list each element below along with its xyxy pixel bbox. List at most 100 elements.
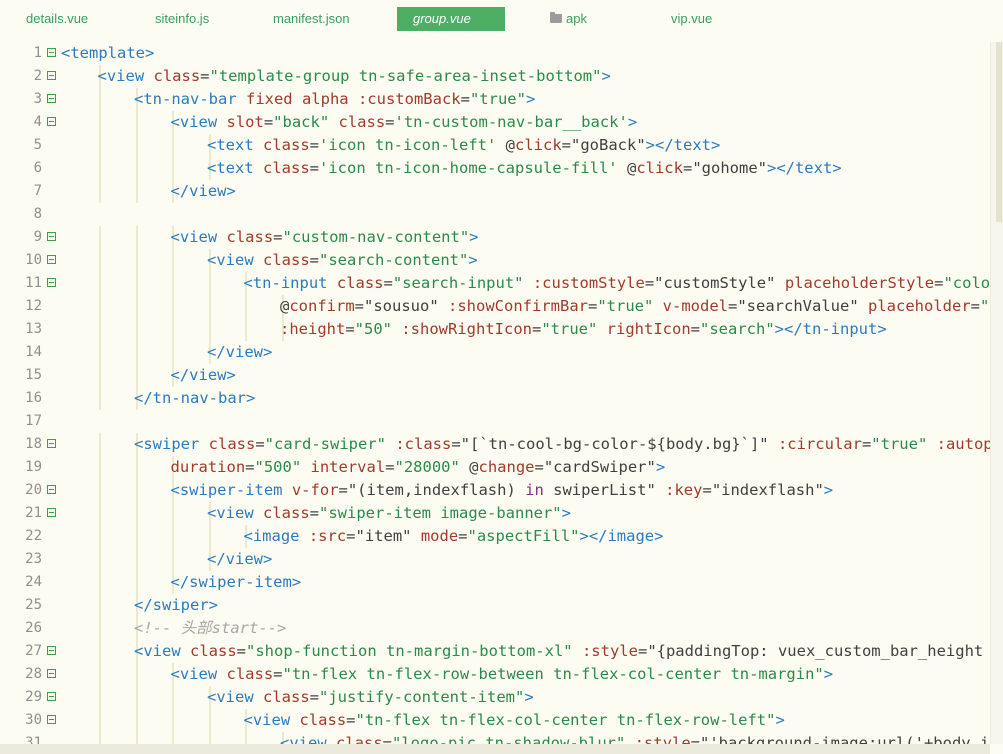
code-text: <view class="search-content"> — [207, 249, 478, 272]
code-token: class — [208, 435, 256, 453]
fold-toggle-icon[interactable] — [47, 508, 56, 517]
code-line[interactable]: 18 <swiper class="card-swiper" :class="[`… — [0, 433, 990, 456]
code-line[interactable]: 10 <view class="search-content"> — [0, 249, 990, 272]
code-token: = — [309, 136, 320, 154]
code-token: = — [690, 734, 700, 744]
code-token: click — [515, 136, 562, 154]
fold-toggle-icon[interactable] — [47, 48, 56, 57]
tab-details-vue[interactable]: details.vue — [26, 7, 88, 31]
code-text: <view class="shop-function tn-margin-bot… — [134, 640, 990, 663]
line-number: 23 — [25, 551, 42, 567]
fold-toggle-icon[interactable] — [47, 71, 56, 80]
indent-guide — [172, 732, 174, 744]
fold-toggle-icon[interactable] — [47, 232, 56, 241]
indent-guide — [135, 663, 138, 686]
code-text: </tn-nav-bar> — [134, 387, 255, 410]
code-token: = — [682, 159, 693, 177]
line-number: 3 — [33, 91, 42, 107]
code-line[interactable]: 12 @confirm="sousuo" :showConfirmBar="tru… — [0, 295, 990, 318]
indent-guide — [245, 732, 247, 744]
indent-guide — [99, 387, 101, 410]
code-line[interactable]: 24 </swiper-item> — [0, 571, 990, 594]
line-number: 5 — [33, 137, 42, 153]
horizontal-scrollbar[interactable] — [0, 744, 990, 754]
code-token: class — [336, 734, 383, 744]
code-token: ></tn-input> — [774, 320, 887, 338]
line-number: 9 — [33, 229, 42, 245]
code-line[interactable]: 28 <view class="tn-flex tn-flex-row-betwe… — [0, 663, 990, 686]
code-line[interactable]: 26 <!-- 头部start--> — [0, 617, 990, 640]
code-token: > — [627, 113, 638, 131]
fold-toggle-icon[interactable] — [47, 278, 56, 287]
code-token: :class — [395, 435, 452, 453]
code-line[interactable]: 5 <text class='icon tn-icon-left' @click=… — [0, 134, 990, 157]
code-text: </swiper> — [134, 594, 218, 617]
fold-toggle-icon[interactable] — [47, 646, 56, 655]
tab-siteinfo-js[interactable]: siteinfo.js — [155, 7, 209, 31]
code-line[interactable]: 13:height="50" :showRightIcon="true" rig… — [0, 318, 990, 341]
fold-toggle-icon[interactable] — [47, 94, 56, 103]
tab-group-vue[interactable]: group.vue — [397, 7, 505, 31]
code-token: <text — [207, 159, 263, 177]
code-token: </swiper> — [134, 596, 218, 614]
tab-manifest-json[interactable]: manifest.json — [273, 7, 350, 31]
code-line[interactable]: 7 </view> — [0, 180, 990, 203]
code-line[interactable]: 30 <view class="tn-flex tn-flex-col-cente… — [0, 709, 990, 732]
code-line[interactable]: 4 <view slot="back" class='tn-custom-nav-… — [0, 111, 990, 134]
code-text: <tn-input class="search-input" :customSt… — [244, 272, 991, 295]
code-token: class — [263, 688, 310, 706]
fold-toggle-icon[interactable] — [47, 692, 56, 701]
code-token: "50" — [354, 320, 402, 338]
code-line[interactable]: 17 — [0, 410, 990, 433]
code-token: :customStyle — [532, 274, 645, 292]
indent-guide — [135, 272, 138, 295]
tab-vip-vue[interactable]: vip.vue — [671, 7, 712, 31]
code-line[interactable]: 8 — [0, 203, 990, 226]
code-token: interval — [310, 458, 386, 476]
indent-guide — [99, 226, 101, 249]
code-token: "true" — [469, 90, 526, 108]
fold-toggle-icon[interactable] — [47, 485, 56, 494]
code-editor[interactable]: 1 <template> 2 <view class="template-group … — [0, 42, 990, 744]
fold-toggle-icon[interactable] — [47, 117, 56, 126]
code-line[interactable]: 11 <tn-input class="search-input" :custom… — [0, 272, 990, 295]
code-line[interactable]: 19 duration="500" interval="28000" @chang… — [0, 456, 990, 479]
code-line[interactable]: 29 <view class="justify-content-item"> — [0, 686, 990, 709]
code-line[interactable]: 23 </view> — [0, 548, 990, 571]
indent-guide — [99, 364, 101, 387]
code-line[interactable]: 14 </view> — [0, 341, 990, 364]
fold-toggle-icon[interactable] — [47, 715, 56, 724]
code-line[interactable]: 1 <template> — [0, 42, 990, 65]
code-line[interactable]: 27 <view class="shop-function tn-margin-b… — [0, 640, 990, 663]
code-token: "template-group tn-safe-area-inset-botto… — [209, 67, 602, 85]
code-line[interactable]: 25 </swiper> — [0, 594, 990, 617]
code-line[interactable]: 9 <view class="custom-nav-content"> — [0, 226, 990, 249]
code-text: <view slot="back" class='tn-custom-nav-b… — [171, 111, 638, 134]
code-line[interactable]: 2 <view class="template-group tn-safe-are… — [0, 65, 990, 88]
code-token: = — [532, 320, 542, 338]
code-token: = — [385, 113, 395, 131]
code-line[interactable]: 20 <swiper-item v-for="(item,indexflash) … — [0, 479, 990, 502]
code-token: :showRightIcon — [401, 320, 532, 338]
code-line[interactable]: 3 <tn-nav-bar fixed alpha :customBack="tr… — [0, 88, 990, 111]
code-line[interactable]: 31 <view class="logo-pic tn-shadow-blur" … — [0, 732, 990, 744]
code-line[interactable]: 15 </view> — [0, 364, 990, 387]
fold-toggle-icon[interactable] — [47, 439, 56, 448]
indent-guide — [135, 548, 138, 571]
line-number: 15 — [25, 367, 42, 383]
fold-toggle-icon[interactable] — [47, 255, 56, 264]
fold-toggle-icon[interactable] — [47, 669, 56, 678]
code-line[interactable]: 6 <text class='icon tn-icon-home-capsule-… — [0, 157, 990, 180]
indent-guide — [99, 732, 101, 744]
code-line[interactable]: 22 <image :src="item" mode="aspectFill"><… — [0, 525, 990, 548]
code-text: <view class="template-group tn-safe-area… — [98, 65, 611, 88]
code-token: "本圈 — [980, 297, 990, 315]
code-line[interactable]: 16 </tn-nav-bar> — [0, 387, 990, 410]
code-token: class — [299, 711, 347, 729]
code-token: <view — [134, 642, 190, 660]
tab-apk[interactable]: apk — [550, 7, 587, 31]
indent-guide — [172, 295, 174, 318]
code-line[interactable]: 21 <view class="swiper-item image-banner"… — [0, 502, 990, 525]
code-token: > — [524, 688, 534, 706]
scrollbar-thumb[interactable] — [996, 42, 1002, 222]
